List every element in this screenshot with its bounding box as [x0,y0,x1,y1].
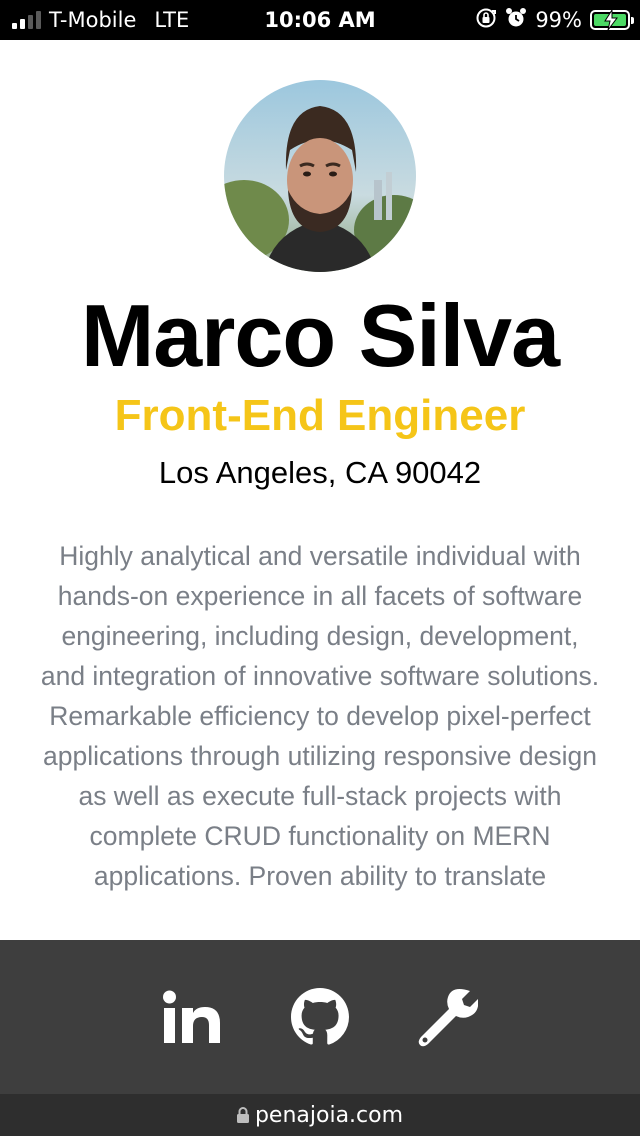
orientation-lock-icon [475,7,497,34]
lock-icon [236,1107,249,1123]
github-link[interactable] [289,986,351,1048]
github-icon [291,988,349,1045]
status-bar: T-Mobile LTE 10:06 AM 99% [0,0,640,40]
wrench-icon [418,989,478,1047]
profile-name: Marco Silva [80,286,560,385]
browser-url-bar[interactable]: penajoia.com [0,1094,640,1136]
battery-percent: 99% [535,8,582,32]
alarm-icon [505,7,527,34]
profile-title: Front-End Engineer [114,391,526,440]
profile-location: Los Angeles, CA 90042 [158,455,482,490]
social-footer [0,940,640,1094]
linkedin-link[interactable] [161,986,223,1048]
linkedin-icon [163,990,220,1043]
url-text: penajoia.com [254,1102,404,1128]
profile-avatar [224,80,416,272]
status-right: 99% [475,0,634,40]
profile-bio: Highly analytical and versatile individu… [40,541,600,891]
battery-charging-icon [590,10,634,30]
tools-link[interactable] [417,986,479,1048]
